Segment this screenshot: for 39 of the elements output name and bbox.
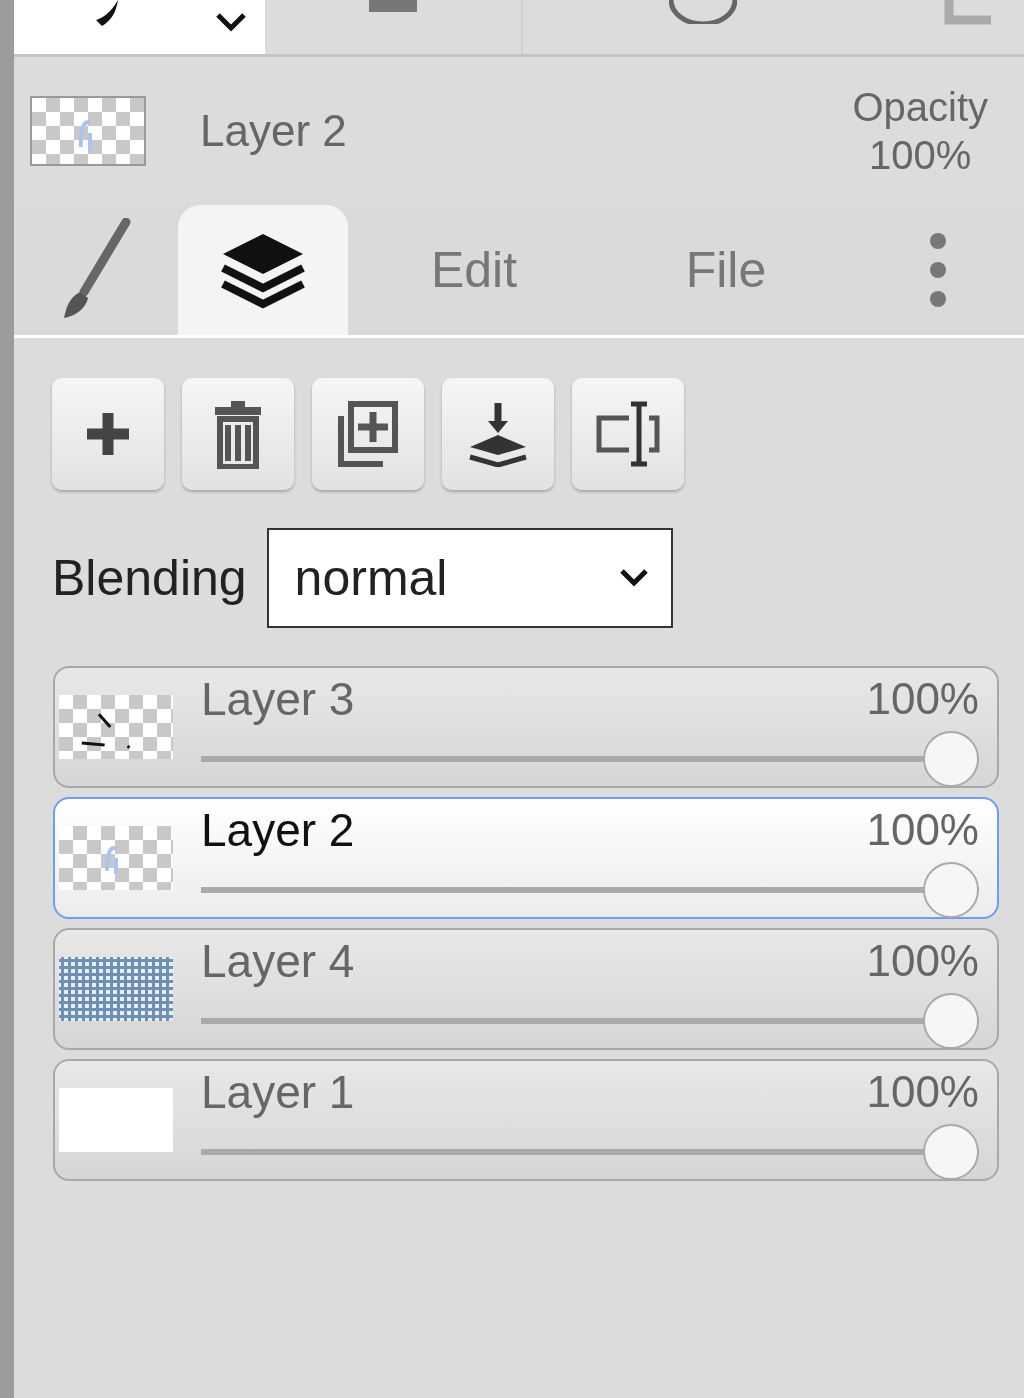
merge-down-icon bbox=[468, 401, 528, 467]
layer-row[interactable]: Layer 2 100% bbox=[53, 797, 999, 919]
delete-button[interactable] bbox=[182, 378, 294, 490]
slider-thumb[interactable] bbox=[923, 993, 979, 1049]
slider-thumb[interactable] bbox=[923, 1124, 979, 1180]
blending-select[interactable]: normal bbox=[266, 528, 673, 628]
opacity-value: 100% bbox=[866, 673, 979, 725]
tab[interactable]: File bbox=[600, 205, 852, 335]
duplicate-button[interactable] bbox=[312, 378, 424, 490]
opacity-value: 100% bbox=[866, 1066, 979, 1118]
slider-thumb[interactable] bbox=[923, 731, 979, 787]
chevron-down-icon bbox=[618, 568, 649, 588]
rename-icon bbox=[595, 400, 661, 468]
blending-label: Blending bbox=[52, 548, 247, 608]
slider-thumb[interactable] bbox=[923, 862, 979, 918]
more-icon bbox=[928, 232, 948, 308]
add-button[interactable] bbox=[52, 378, 164, 490]
tab[interactable]: Edit bbox=[348, 205, 600, 335]
layer-name: Layer 4 bbox=[201, 933, 355, 989]
crop-icon[interactable] bbox=[943, 0, 991, 26]
layer-name: Layer 2 bbox=[201, 802, 355, 858]
plus-icon bbox=[85, 411, 131, 457]
duplicate-icon bbox=[337, 400, 399, 468]
layers-tab[interactable] bbox=[178, 205, 348, 335]
layer-row[interactable]: Layer 3 100% bbox=[53, 666, 999, 788]
merge-down-button[interactable] bbox=[442, 378, 554, 490]
layer-name: Layer 1 bbox=[201, 1064, 355, 1120]
chevron-down-icon[interactable] bbox=[215, 12, 247, 32]
trash-icon bbox=[213, 399, 263, 469]
layer-row[interactable]: Layer 4 100% bbox=[53, 928, 999, 1050]
rename-button[interactable] bbox=[572, 378, 684, 490]
opacity-value: 100% bbox=[866, 804, 979, 856]
brush-icon bbox=[96, 0, 118, 26]
opacity-value: 100% bbox=[866, 935, 979, 987]
opacity-label: Opacity bbox=[852, 84, 988, 131]
layer-name: Layer 3 bbox=[201, 671, 355, 727]
layer-row[interactable]: Layer 1 100% bbox=[53, 1059, 999, 1181]
layer-name: Layer 2 bbox=[200, 105, 347, 157]
opacity-value: 100% bbox=[869, 132, 972, 179]
